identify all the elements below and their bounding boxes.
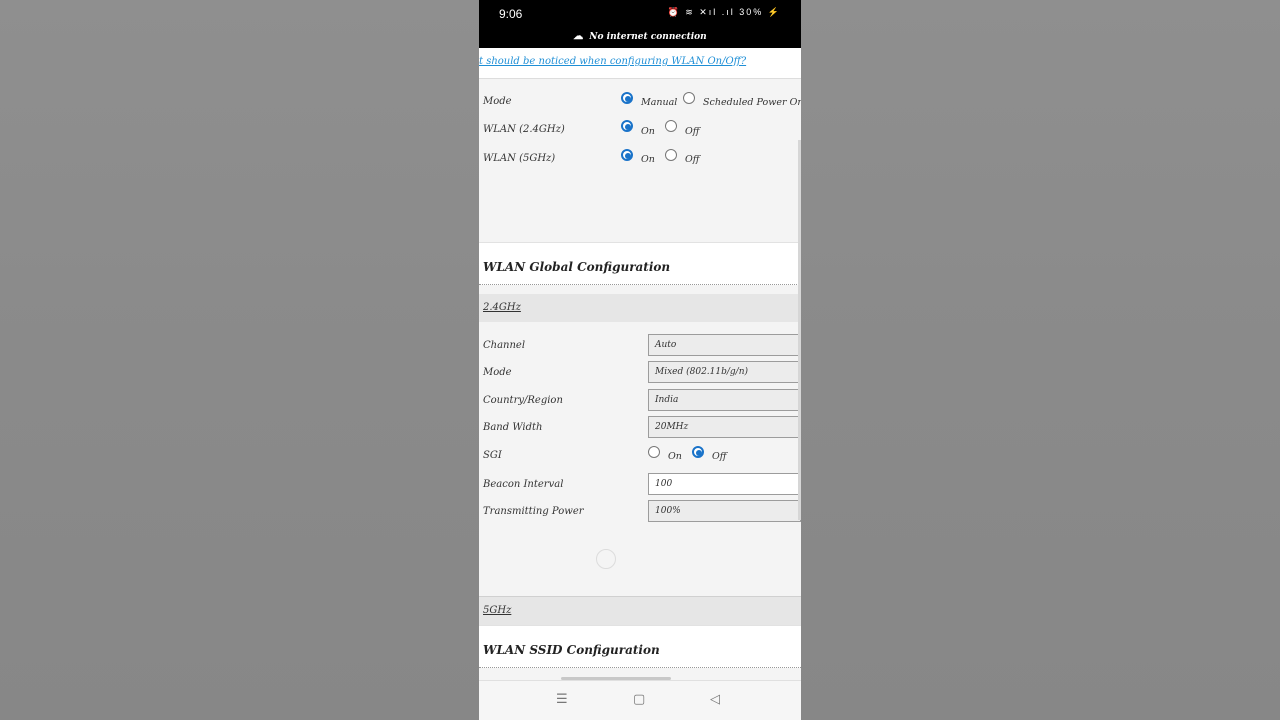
- wlan5-label: WLAN (5GHz): [483, 153, 556, 164]
- help-bar: t should be noticed when configuring WLA…: [479, 48, 801, 79]
- background-left: [0, 0, 479, 720]
- status-time: 9:06: [499, 7, 523, 21]
- wlan24-off-label: Off: [685, 126, 700, 137]
- power-select[interactable]: 100%: [648, 500, 801, 522]
- beacon-label: Beacon Interval: [483, 479, 564, 490]
- mode-scheduled-label: Scheduled Power On: [703, 97, 801, 108]
- bandwidth-label: Band Width: [483, 422, 543, 433]
- phone-screen: 9:06 ⏰ ≋ ✕ıl .ıl 30% ⚡ ☁ No internet conn…: [479, 0, 801, 720]
- mode-manual-radio[interactable]: [621, 92, 633, 104]
- horizontal-scroll-indicator: [561, 677, 671, 680]
- wlan5-on-radio[interactable]: [621, 149, 633, 161]
- channel-select[interactable]: Auto: [648, 334, 801, 356]
- mode-label: Mode: [483, 96, 512, 107]
- mode-manual-label: Manual: [641, 97, 678, 108]
- sgi-label: SGI: [483, 450, 502, 461]
- wlan24-off-radio[interactable]: [665, 120, 677, 132]
- global-config-title: WLAN Global Configuration: [483, 260, 671, 274]
- ssid-config-header: WLAN SSID Configuration: [479, 625, 801, 668]
- cloud-off-icon: ☁: [573, 31, 584, 42]
- sgi-off-label: Off: [712, 451, 727, 462]
- wlan24-label: WLAN (2.4GHz): [483, 124, 565, 135]
- wlan24-on-label: On: [641, 126, 655, 137]
- band-5-header[interactable]: 5GHz: [479, 596, 801, 625]
- channel-label: Channel: [483, 340, 526, 351]
- sgi-on-label: On: [668, 451, 682, 462]
- global-config-header: WLAN Global Configuration: [479, 242, 801, 285]
- mode-24-select[interactable]: Mixed (802.11b/g/n): [648, 361, 801, 383]
- back-icon[interactable]: ◁: [710, 692, 720, 707]
- band-24-label[interactable]: 2.4GHz: [483, 302, 521, 313]
- bandwidth-select[interactable]: 20MHz: [648, 416, 801, 438]
- no-internet-banner: ☁ No internet connection: [479, 31, 801, 42]
- country-select[interactable]: India: [648, 389, 801, 411]
- mode-scheduled-radio[interactable]: [683, 92, 695, 104]
- sgi-on-radio[interactable]: [648, 446, 660, 458]
- home-icon[interactable]: ▢: [633, 692, 645, 707]
- recent-apps-icon[interactable]: ☰: [556, 692, 568, 707]
- wlan24-on-radio[interactable]: [621, 120, 633, 132]
- band-24-header[interactable]: 2.4GHz: [479, 294, 801, 322]
- loading-spinner: [596, 549, 616, 569]
- power-label: Transmitting Power: [483, 506, 584, 517]
- navigation-bar: ☰ ▢ ◁: [479, 677, 801, 720]
- status-bar: 9:06 ⏰ ≋ ✕ıl .ıl 30% ⚡ ☁ No internet conn…: [479, 0, 801, 48]
- wlan5-on-label: On: [641, 154, 655, 165]
- band-5-label[interactable]: 5GHz: [483, 605, 511, 616]
- ssid-config-title: WLAN SSID Configuration: [483, 643, 660, 657]
- background-right: [801, 0, 1280, 720]
- no-internet-text: No internet connection: [589, 32, 707, 42]
- status-icons: ⏰ ≋ ✕ıl .ıl 30% ⚡: [667, 7, 781, 17]
- mode-24-label: Mode: [483, 367, 512, 378]
- wlan5-off-radio[interactable]: [665, 149, 677, 161]
- beacon-input[interactable]: 100: [648, 473, 801, 495]
- scrollbar[interactable]: [798, 140, 801, 520]
- sgi-off-radio[interactable]: [692, 446, 704, 458]
- help-link[interactable]: t should be noticed when configuring WLA…: [479, 56, 746, 67]
- country-label: Country/Region: [483, 395, 563, 406]
- wlan5-off-label: Off: [685, 154, 700, 165]
